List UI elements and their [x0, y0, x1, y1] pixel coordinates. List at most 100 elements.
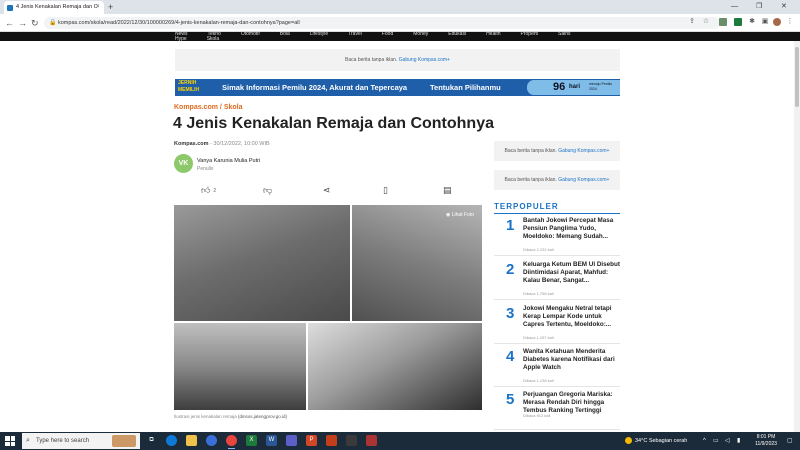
site-nav-item[interactable]: Money — [413, 32, 428, 37]
windows-start-icon[interactable] — [5, 436, 15, 446]
author-avatar[interactable]: VK — [174, 154, 193, 173]
join-kompas-plus-link[interactable]: Gabung Kompas.com+ — [558, 148, 609, 154]
save-button[interactable]: ▯ — [383, 184, 388, 196]
battery-icon[interactable]: ▮ — [737, 432, 740, 450]
browser-tab-bar: 4 Jenis Kenakalan Remaja dan C × + — ❐ ✕ — [0, 0, 800, 14]
app-icon[interactable] — [206, 435, 217, 446]
powerpoint-icon[interactable]: P — [306, 435, 317, 446]
minimize-button[interactable]: — — [731, 0, 738, 14]
new-tab-button[interactable]: + — [108, 0, 113, 14]
word-icon[interactable]: W — [266, 435, 277, 446]
ad-free-text: Baca berita tanpa iklan. — [504, 177, 557, 183]
ad-free-bar: Baca berita tanpa iklan. Gabung Kompas.c… — [175, 49, 620, 71]
article-title: 4 Jenis Kenakalan Remaja dan Contohnya — [173, 115, 494, 132]
site-nav-item[interactable]: Bola — [280, 32, 290, 37]
reload-icon[interactable]: ↻ — [31, 17, 39, 29]
page-content: Baca berita tanpa iklan. Gabung Kompas.c… — [0, 41, 800, 432]
site-nav-item[interactable]: Health — [486, 32, 500, 37]
extension-icon[interactable] — [734, 18, 742, 26]
pemilu-banner[interactable]: JERNIH MEMILIH Simak Informasi Pemilu 20… — [175, 79, 620, 96]
app-icon[interactable] — [346, 435, 357, 446]
app-icon[interactable] — [326, 435, 337, 446]
terpopuler-item[interactable]: 5 Perjuangan Gregoria Mariska: Merasa Ren… — [494, 387, 620, 430]
system-clock[interactable]: 8:01 PM 11/9/2023 — [752, 434, 780, 448]
browser-tab[interactable]: 4 Jenis Kenakalan Remaja dan C — [4, 1, 104, 14]
join-kompas-plus-link[interactable]: Gabung Kompas.com+ — [558, 177, 609, 183]
task-view-icon[interactable]: ⧉ — [146, 435, 157, 446]
view-photo-button[interactable]: ◉ Lihat Foto — [446, 212, 474, 218]
article-date: - 30/12/2022, 10:00 WIB — [208, 141, 270, 147]
site-nav-item[interactable]: Otomotif — [241, 32, 260, 37]
close-window-button[interactable]: ✕ — [781, 0, 787, 14]
terpopuler-item[interactable]: 4 Wanita Ketahuan Menderita Diabetes kare… — [494, 344, 620, 387]
volume-icon[interactable]: ◁ — [725, 432, 730, 450]
terpopuler-title[interactable]: Jokowi Mengaku Netral tetapi Kerap Lempa… — [523, 305, 620, 330]
thumbs-up-icon: 👍︎ — [201, 185, 211, 195]
terpopuler-title[interactable]: Bantah Jokowi Percepat Masa Pensiun Pang… — [523, 217, 620, 242]
terpopuler-views: Dibaca 2.232 kali — [523, 247, 554, 252]
dislike-button[interactable]: 👎︎ — [263, 184, 272, 196]
scrollbar-thumb[interactable] — [795, 47, 799, 107]
bookmark-star-icon[interactable]: ☆ — [702, 18, 710, 26]
site-nav-item[interactable]: Properti — [521, 32, 539, 37]
forward-arrow-icon[interactable]: → — [18, 17, 27, 29]
sidebar-icon[interactable]: ▣ — [761, 18, 769, 26]
back-arrow-icon[interactable]: ← — [5, 17, 14, 29]
breadcrumb-site[interactable]: Kompas.com — [174, 104, 218, 111]
extension-icon[interactable] — [719, 18, 727, 26]
maximize-button[interactable]: ❐ — [756, 0, 762, 14]
thumbs-down-icon: 👎︎ — [263, 185, 273, 195]
like-button[interactable]: 👍︎ 2 — [201, 184, 216, 197]
breadcrumb-section[interactable]: Skola — [224, 104, 243, 111]
edge-icon[interactable] — [166, 435, 177, 446]
countdown-badge: 96 hari menuju Pemilu 2024 — [527, 80, 620, 95]
ad-free-text: Baca berita tanpa iklan. — [504, 148, 557, 154]
photo-panel — [174, 205, 350, 321]
article-photo[interactable]: ◉ Lihat Foto — [174, 205, 482, 410]
address-bar[interactable]: 🔒 kompas.com/skola/read/2022/12/30/10000… — [44, 17, 720, 29]
terpopuler-rank: 1 — [506, 217, 515, 234]
puzzle-icon[interactable]: ✱ — [748, 18, 756, 26]
terpopuler-item[interactable]: 2 Keluarga Ketum BEM UI Disebut Diintimid… — [494, 257, 620, 300]
weather-widget[interactable]: 34°C Sebagian cerah — [625, 432, 687, 450]
breadcrumb: Kompas.com / Skola — [174, 104, 243, 111]
ad-free-text: Baca berita tanpa iklan. — [345, 57, 398, 63]
file-explorer-icon[interactable] — [186, 435, 197, 446]
app-icon[interactable] — [286, 435, 297, 446]
app-icon[interactable] — [366, 435, 377, 446]
terpopuler-item[interactable]: 3 Jokowi Mengaku Netral tetapi Kerap Lemp… — [494, 301, 620, 344]
comment-icon: ▤ — [443, 185, 452, 195]
chrome-icon[interactable] — [226, 435, 237, 449]
notifications-icon[interactable]: ▢ — [787, 432, 793, 450]
side-ad-free-bar: Baca berita tanpa iklan. Gabung Kompas.c… — [494, 141, 620, 161]
terpopuler-title[interactable]: Perjuangan Gregoria Mariska: Merasa Rend… — [523, 391, 620, 416]
menu-dots-icon[interactable]: ⋮ — [786, 18, 794, 26]
tab-close-icon[interactable]: × — [96, 1, 100, 14]
photo-divider — [174, 321, 482, 323]
terpopuler-rank: 4 — [506, 348, 515, 365]
photo-caption: Ilustrasi jenis kenakalan remaja (dinsos… — [174, 414, 287, 419]
profile-avatar[interactable] — [773, 18, 781, 26]
site-nav-item[interactable]: Edukasi — [448, 32, 466, 37]
clock-time: 8:01 PM — [756, 434, 776, 440]
taskbar-search-box[interactable]: ⌕ Type here to search — [22, 433, 140, 449]
terpopuler-rank: 2 — [506, 261, 515, 278]
site-nav-item[interactable]: Travel — [348, 32, 362, 37]
tray-chevron-icon[interactable]: ^ — [703, 432, 706, 450]
photo-divider — [306, 321, 308, 410]
network-icon[interactable]: ▭ — [713, 432, 719, 450]
share-button[interactable]: ⋖ — [323, 184, 331, 196]
terpopuler-item[interactable]: 1 Bantah Jokowi Percepat Masa Pensiun Pan… — [494, 213, 620, 256]
join-kompas-plus-link[interactable]: Gabung Kompas.com+ — [399, 57, 450, 63]
page-scrollbar[interactable] — [794, 41, 800, 432]
excel-icon[interactable]: X — [246, 435, 257, 446]
site-nav-item[interactable]: Sains — [558, 32, 571, 37]
author-name[interactable]: Vanya Karunia Mulia Putri — [197, 158, 260, 164]
site-nav-item[interactable]: Lifestyle — [310, 32, 328, 37]
site-nav-item[interactable]: Food — [382, 32, 393, 37]
comment-button[interactable]: ▤ — [443, 184, 452, 196]
terpopuler-title[interactable]: Keluarga Ketum BEM UI Disebut Diintimida… — [523, 261, 620, 286]
share-icon[interactable]: ⇪ — [688, 18, 696, 26]
terpopuler-title[interactable]: Wanita Ketahuan Menderita Diabetes karen… — [523, 348, 620, 373]
countdown-number: 96 — [553, 81, 566, 93]
